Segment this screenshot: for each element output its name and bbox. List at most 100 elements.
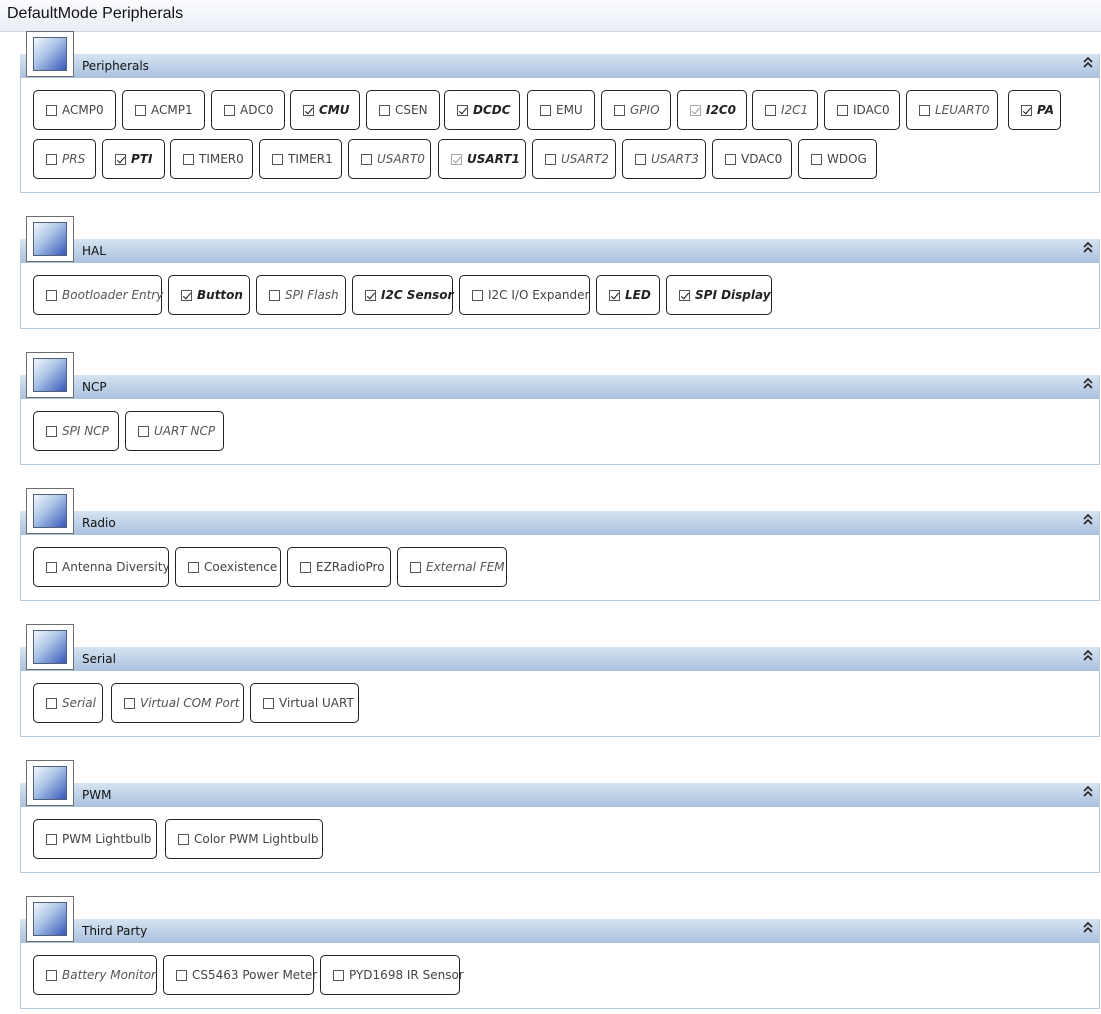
- module-toggle-prs[interactable]: PRS: [33, 139, 96, 179]
- checkbox-icon[interactable]: [46, 969, 57, 981]
- module-toggle-coexistence[interactable]: Coexistence: [175, 547, 281, 587]
- chevron-double-up-icon[interactable]: [1083, 56, 1093, 73]
- module-toggle-i2c0[interactable]: I2C0: [677, 90, 747, 130]
- module-toggle-pyd1698-ir-sensor[interactable]: PYD1698 IR Sensor: [320, 955, 464, 995]
- module-toggle-antenna-diversity[interactable]: Antenna Diversity: [33, 547, 170, 587]
- checkbox-icon[interactable]: [635, 153, 646, 165]
- section-header-third-party[interactable]: Third Party: [20, 919, 1099, 943]
- checkbox-icon[interactable]: [614, 104, 625, 116]
- module-toggle-gpio[interactable]: GPIO: [601, 90, 671, 130]
- module-toggle-virtual-uart[interactable]: Virtual UART: [250, 683, 359, 723]
- module-toggle-acmp1[interactable]: ACMP1: [122, 90, 205, 130]
- section-header-hal[interactable]: HAL: [20, 239, 1099, 263]
- checkbox-icon[interactable]: [725, 153, 736, 165]
- checkbox-icon[interactable]: [183, 153, 194, 165]
- module-toggle-ezradiopro[interactable]: EZRadioPro: [287, 547, 391, 587]
- module-toggle-bootloader-entry[interactable]: Bootloader Entry: [33, 275, 163, 315]
- checkbox-icon[interactable]: [46, 561, 57, 573]
- checkbox-icon[interactable]: [410, 561, 421, 573]
- module-toggle-serial[interactable]: Serial: [33, 683, 103, 723]
- module-toggle-adc0[interactable]: ADC0: [211, 90, 285, 130]
- checkbox-icon[interactable]: [300, 561, 311, 573]
- module-toggle-spi-display[interactable]: SPI Display: [666, 275, 772, 315]
- module-toggle-i2c-i-o-expander[interactable]: I2C I/O Expander: [459, 275, 590, 315]
- checkbox-checked-icon[interactable]: [457, 104, 468, 116]
- checkbox-icon[interactable]: [545, 153, 556, 165]
- checkbox-icon[interactable]: [176, 969, 187, 981]
- checkbox-icon[interactable]: [472, 289, 483, 301]
- module-toggle-virtual-com-port[interactable]: Virtual COM Port: [111, 683, 244, 723]
- checkbox-icon[interactable]: [138, 425, 149, 437]
- checkbox-icon[interactable]: [46, 833, 57, 845]
- module-toggle-wdog[interactable]: WDOG: [798, 139, 877, 179]
- module-toggle-cmu[interactable]: CMU: [290, 90, 360, 130]
- checkbox-icon[interactable]: [811, 153, 822, 165]
- module-toggle-usart1[interactable]: USART1: [438, 139, 526, 179]
- module-toggle-csen[interactable]: CSEN: [366, 90, 440, 130]
- module-toggle-usart3[interactable]: USART3: [622, 139, 706, 179]
- checkbox-icon[interactable]: [540, 104, 551, 116]
- checkbox-checked-icon[interactable]: [609, 289, 620, 301]
- module-toggle-battery-monitor[interactable]: Battery Monitor: [33, 955, 157, 995]
- module-toggle-usart2[interactable]: USART2: [532, 139, 616, 179]
- checkbox-checked-icon[interactable]: [1021, 104, 1032, 116]
- checkbox-icon[interactable]: [765, 104, 776, 116]
- module-toggle-vdac0[interactable]: VDAC0: [712, 139, 792, 179]
- chevron-double-up-icon[interactable]: [1083, 649, 1093, 666]
- section-header-pwm[interactable]: PWM: [20, 783, 1099, 807]
- module-toggle-pwm-lightbulb[interactable]: PWM Lightbulb: [33, 819, 157, 859]
- module-toggle-emu[interactable]: EMU: [527, 90, 595, 130]
- module-toggle-dcdc[interactable]: DCDC: [444, 90, 520, 130]
- checkbox-icon[interactable]: [361, 153, 372, 165]
- module-toggle-acmp0[interactable]: ACMP0: [33, 90, 116, 130]
- section-header-ncp[interactable]: NCP: [20, 375, 1099, 399]
- module-toggle-i2c-sensor[interactable]: I2C Sensor: [352, 275, 453, 315]
- checkbox-icon[interactable]: [46, 425, 57, 437]
- checkbox-icon[interactable]: [333, 969, 344, 981]
- section-header-peripherals[interactable]: Peripherals: [20, 54, 1099, 78]
- checkbox-icon[interactable]: [919, 104, 930, 116]
- checkbox-checked-icon[interactable]: [679, 289, 690, 301]
- checkbox-icon[interactable]: [46, 153, 57, 165]
- module-toggle-spi-flash[interactable]: SPI Flash: [256, 275, 346, 315]
- checkbox-checked-icon[interactable]: [690, 104, 701, 116]
- module-toggle-spi-ncp[interactable]: SPI NCP: [33, 411, 119, 451]
- chevron-double-up-icon[interactable]: [1083, 921, 1093, 938]
- checkbox-icon[interactable]: [46, 104, 57, 116]
- checkbox-checked-icon[interactable]: [181, 289, 192, 301]
- module-toggle-pa[interactable]: PA: [1008, 90, 1061, 130]
- checkbox-checked-icon[interactable]: [303, 104, 314, 116]
- chevron-double-up-icon[interactable]: [1083, 241, 1093, 258]
- module-toggle-timer0[interactable]: TIMER0: [170, 139, 253, 179]
- checkbox-icon[interactable]: [46, 697, 57, 709]
- chevron-double-up-icon[interactable]: [1083, 377, 1093, 394]
- module-toggle-usart0[interactable]: USART0: [348, 139, 431, 179]
- checkbox-icon[interactable]: [837, 104, 848, 116]
- module-toggle-uart-ncp[interactable]: UART NCP: [125, 411, 224, 451]
- module-toggle-i2c1[interactable]: I2C1: [752, 90, 818, 130]
- chevron-double-up-icon[interactable]: [1083, 785, 1093, 802]
- checkbox-icon[interactable]: [272, 153, 283, 165]
- checkbox-icon[interactable]: [178, 833, 189, 845]
- checkbox-icon[interactable]: [135, 104, 146, 116]
- checkbox-icon[interactable]: [124, 697, 135, 709]
- module-toggle-timer1[interactable]: TIMER1: [259, 139, 342, 179]
- section-header-radio[interactable]: Radio: [20, 511, 1099, 535]
- module-toggle-pti[interactable]: PTI: [102, 139, 165, 179]
- section-header-serial[interactable]: Serial: [20, 647, 1099, 671]
- module-toggle-cs5463-power-meter[interactable]: CS5463 Power Meter: [163, 955, 317, 995]
- module-toggle-idac0[interactable]: IDAC0: [824, 90, 900, 130]
- chevron-double-up-icon[interactable]: [1083, 513, 1093, 530]
- checkbox-icon[interactable]: [224, 104, 235, 116]
- module-toggle-color-pwm-lightbulb[interactable]: Color PWM Lightbulb: [165, 819, 323, 859]
- checkbox-checked-icon[interactable]: [365, 289, 376, 301]
- checkbox-icon[interactable]: [46, 289, 57, 301]
- checkbox-icon[interactable]: [188, 561, 199, 573]
- module-toggle-led[interactable]: LED: [596, 275, 660, 315]
- checkbox-icon[interactable]: [379, 104, 390, 116]
- checkbox-icon[interactable]: [269, 289, 280, 301]
- module-toggle-button[interactable]: Button: [168, 275, 250, 315]
- module-toggle-external-fem[interactable]: External FEM: [397, 547, 507, 587]
- checkbox-checked-icon[interactable]: [451, 153, 462, 165]
- checkbox-checked-icon[interactable]: [115, 153, 126, 165]
